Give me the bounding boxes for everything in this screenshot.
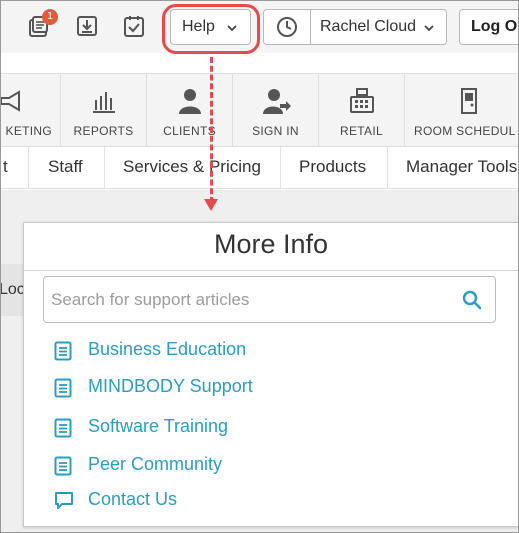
- more-info-popup: More Info Business Education: [23, 222, 518, 527]
- document-icon: [54, 418, 72, 438]
- help-highlight-callout: [162, 4, 260, 54]
- side-text: Loc: [0, 281, 25, 298]
- nav-label: REPORTS: [73, 124, 134, 138]
- nav-item-marketing[interactable]: KETING: [1, 74, 61, 148]
- main-nav: KETING REPORTS CLIENTS SIGN IN RETAIL RO…: [1, 73, 518, 148]
- person-icon: [179, 89, 201, 114]
- link-label: Peer Community: [88, 454, 223, 474]
- search-icon[interactable]: [462, 290, 482, 310]
- tab-divider: [280, 147, 281, 189]
- nav-item-clients[interactable]: CLIENTS: [147, 74, 233, 148]
- link-label: Business Education: [88, 339, 247, 359]
- person-sign-in-icon: [263, 89, 291, 114]
- bar-chart-icon: [93, 92, 115, 113]
- top-bar: 1 Help Rachel Cloud Log O: [1, 1, 518, 54]
- chat-bubble-icon: [55, 492, 73, 509]
- tab-products[interactable]: Products: [299, 147, 366, 189]
- link-label: MINDBODY Support: [88, 376, 253, 396]
- nav-label: KETING: [5, 124, 52, 138]
- nav-item-room-schedule[interactable]: ROOM SCHEDUL: [405, 74, 518, 148]
- nav-label: RETAIL: [340, 124, 383, 138]
- cash-register-icon: [350, 88, 374, 113]
- user-name: Rachel Cloud: [320, 18, 417, 35]
- nav-label: CLIENTS: [163, 124, 216, 138]
- tab-staff[interactable]: Staff: [48, 147, 83, 189]
- tasks-icon[interactable]: [123, 14, 145, 38]
- nav-item-sign-in[interactable]: SIGN IN: [233, 74, 319, 148]
- clock-icon: [277, 17, 297, 37]
- tab-divider: [387, 147, 388, 189]
- annotation-arrow-head: [204, 199, 218, 211]
- download-icon[interactable]: [76, 14, 98, 38]
- document-icon: [54, 378, 72, 398]
- search-input[interactable]: [51, 287, 451, 313]
- document-icon: [54, 456, 72, 476]
- tab-services-pricing[interactable]: Services & Pricing: [123, 147, 261, 189]
- nav-item-retail[interactable]: RETAIL: [319, 74, 405, 148]
- tab-manager-tools[interactable]: Manager Tools: [406, 147, 517, 189]
- document-icon: [54, 341, 72, 361]
- tab-divider: [28, 147, 29, 189]
- search-box: [43, 276, 496, 323]
- logout-label: Log Ou: [471, 18, 518, 35]
- user-menu-button[interactable]: Rachel Cloud: [310, 9, 447, 45]
- nav-item-reports[interactable]: REPORTS: [61, 74, 147, 148]
- app-window: 1 Help Rachel Cloud Log O KETING REPORTS…: [0, 0, 519, 533]
- chevron-down-icon: [424, 25, 434, 32]
- link-label: Contact Us: [88, 489, 178, 509]
- door-icon: [461, 88, 477, 114]
- annotation-arrow-line: [210, 57, 213, 203]
- clock-button[interactable]: [263, 9, 311, 45]
- popup-title: More Info: [213, 229, 329, 259]
- popup-divider: [24, 270, 518, 271]
- megaphone-icon: [1, 90, 20, 112]
- tab-partial[interactable]: t: [3, 147, 8, 189]
- logout-button[interactable]: Log Ou: [459, 9, 518, 45]
- nav-label: ROOM SCHEDUL: [414, 124, 516, 138]
- notification-badge: 1: [42, 9, 58, 25]
- nav-label: SIGN IN: [252, 124, 299, 138]
- link-label: Software Training: [88, 416, 229, 436]
- tab-divider: [104, 147, 105, 189]
- sub-nav-tabs: t Staff Services & Pricing Products Mana…: [1, 147, 518, 189]
